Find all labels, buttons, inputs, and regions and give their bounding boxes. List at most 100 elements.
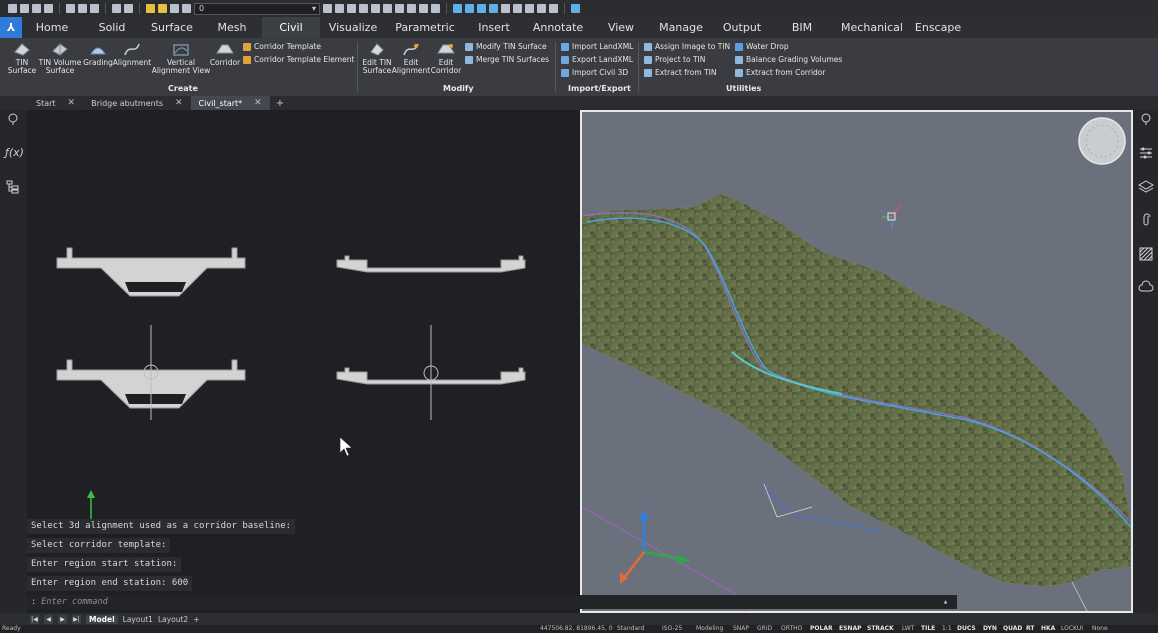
prev-layout-button[interactable]: ◀	[44, 614, 53, 624]
tab-model[interactable]: Model	[86, 614, 118, 624]
render-icon[interactable]	[549, 4, 558, 13]
new-file-icon[interactable]	[8, 4, 17, 13]
view-cube-icon[interactable]	[477, 4, 486, 13]
save-as-icon[interactable]	[44, 4, 53, 13]
lockui-toggle[interactable]: LOCKUI	[1061, 625, 1083, 633]
tab-mesh[interactable]: Mesh	[202, 17, 262, 38]
first-layout-button[interactable]: |◀	[30, 614, 39, 624]
layer-tool-icon[interactable]	[347, 4, 356, 13]
close-icon[interactable]: ✕	[175, 98, 183, 108]
water-drop-button[interactable]: Water Drop	[735, 42, 789, 51]
edit-alignment-button[interactable]: Edit Alignment	[392, 41, 430, 75]
tab-home[interactable]: Home	[22, 17, 82, 38]
layer-tool-icon[interactable]	[395, 4, 404, 13]
tab-solid[interactable]: Solid	[82, 17, 142, 38]
chevron-up-icon[interactable]: ▴	[943, 595, 948, 609]
command-input[interactable]: : Enter command ▴	[27, 595, 957, 609]
open-file-icon[interactable]	[20, 4, 29, 13]
tab-view[interactable]: View	[592, 17, 650, 38]
close-icon[interactable]: ✕	[254, 98, 262, 108]
close-icon[interactable]: ✕	[68, 98, 76, 108]
print-preview-icon[interactable]	[78, 4, 87, 13]
tree-icon[interactable]	[5, 180, 21, 194]
extract-from-tin-button[interactable]: Extract from TIN	[644, 68, 717, 77]
render-icon[interactable]	[525, 4, 534, 13]
quad-toggle[interactable]: QUAD	[1003, 625, 1022, 633]
tab-manage[interactable]: Manage	[650, 17, 712, 38]
view-cube-icon[interactable]	[453, 4, 462, 13]
tab-annotate[interactable]: Annotate	[524, 17, 592, 38]
light-bulb-icon[interactable]	[146, 4, 155, 13]
ducs-toggle[interactable]: DUCS	[957, 625, 976, 633]
render-icon[interactable]	[501, 4, 510, 13]
polar-toggle[interactable]: POLAR	[810, 625, 833, 633]
balance-grading-volumes-button[interactable]: Balance Grading Volumes	[735, 55, 842, 64]
layer-tool-icon[interactable]	[419, 4, 428, 13]
hka-toggle[interactable]: HKA	[1041, 625, 1055, 633]
layer-tool-icon[interactable]	[383, 4, 392, 13]
tab-mechanical[interactable]: Mechanical	[832, 17, 912, 38]
layer-dropdown[interactable]: 0 ▾	[194, 2, 320, 15]
tab-bim[interactable]: BIM	[772, 17, 832, 38]
dyn-toggle[interactable]: DYN	[983, 625, 997, 633]
edit-corridor-button[interactable]: Edit Corridor	[429, 41, 463, 75]
3d-terrain-viewport[interactable]	[580, 110, 1133, 613]
properties-sliders-icon[interactable]	[1138, 146, 1154, 160]
layers-icon[interactable]	[1138, 180, 1154, 194]
layer-tool-icon[interactable]	[335, 4, 344, 13]
vertical-alignment-view-button[interactable]: Vertical Alignment View	[150, 41, 212, 75]
application-menu-button[interactable]: ⅄	[0, 17, 22, 38]
tab-civil[interactable]: Civil	[262, 17, 320, 38]
merge-tin-surfaces-button[interactable]: Merge TIN Surfaces	[465, 55, 549, 64]
annotation-selector[interactable]: None	[1092, 625, 1108, 633]
help-icon[interactable]	[571, 4, 580, 13]
text-style-selector[interactable]: Standard	[617, 625, 644, 633]
view-cube-icon[interactable]	[489, 4, 498, 13]
assign-image-to-tin-button[interactable]: Assign Image to TIN	[644, 42, 730, 51]
layer-tool-icon[interactable]	[323, 4, 332, 13]
next-layout-button[interactable]: ▶	[58, 614, 67, 624]
ortho-toggle[interactable]: ORTHO	[781, 625, 802, 633]
redo-icon[interactable]	[124, 4, 133, 13]
export-landxml-button[interactable]: Export LandXML	[561, 55, 633, 64]
import-civil-3d-button[interactable]: Import Civil 3D	[561, 68, 628, 77]
doc-tab-start[interactable]: Start ✕	[28, 96, 83, 110]
doc-tab-bridge-abutments[interactable]: Bridge abutments ✕	[83, 96, 190, 110]
lwt-toggle[interactable]: LWT	[902, 625, 914, 633]
layer-color-icon[interactable]	[182, 4, 191, 13]
new-tab-button[interactable]: +	[270, 96, 290, 110]
attachment-icon[interactable]	[1138, 213, 1154, 227]
corridor-template-button[interactable]: Corridor Template	[243, 42, 321, 51]
light-bulb-icon[interactable]	[5, 112, 21, 126]
last-layout-button[interactable]: ▶|	[72, 614, 81, 624]
tab-visualize[interactable]: Visualize	[320, 17, 386, 38]
modify-tin-surface-button[interactable]: Modify TIN Surface	[465, 42, 547, 51]
extract-from-corridor-button[interactable]: Extract from Corridor	[735, 68, 825, 77]
layer-tool-icon[interactable]	[359, 4, 368, 13]
layer-tool-icon[interactable]	[407, 4, 416, 13]
import-landxml-button[interactable]: Import LandXML	[561, 42, 633, 51]
add-layout-button[interactable]: +	[193, 615, 199, 624]
formula-icon[interactable]: ƒ(x)	[5, 146, 24, 160]
cloud-icon[interactable]	[1138, 280, 1154, 294]
tab-insert[interactable]: Insert	[464, 17, 524, 38]
tin-volume-surface-button[interactable]: TIN Volume Surface	[38, 41, 82, 75]
tab-layout2[interactable]: Layout2	[158, 615, 188, 624]
layer-lock-icon[interactable]	[170, 4, 179, 13]
tab-layout1[interactable]: Layout1	[123, 615, 153, 624]
tin-surface-button[interactable]: TIN Surface	[6, 41, 38, 75]
save-icon[interactable]	[32, 4, 41, 13]
doc-tab-civil-start[interactable]: Civil_start* ✕	[190, 96, 270, 110]
tab-output[interactable]: Output	[712, 17, 772, 38]
esnap-toggle[interactable]: ESNAP	[839, 625, 861, 633]
hatch-icon[interactable]	[1138, 247, 1154, 261]
tab-parametric[interactable]: Parametric	[386, 17, 464, 38]
alignment-button[interactable]: Alignment	[113, 41, 151, 67]
edit-tin-surface-button[interactable]: Edit TIN Surface	[362, 41, 392, 75]
rt-toggle[interactable]: RT	[1026, 625, 1034, 633]
corridor-template-element-button[interactable]: Corridor Template Element	[243, 55, 354, 64]
corridor-button[interactable]: Corridor	[210, 41, 240, 67]
sun-icon[interactable]	[158, 4, 167, 13]
grading-button[interactable]: Grading	[82, 41, 114, 67]
view-cube-icon[interactable]	[465, 4, 474, 13]
